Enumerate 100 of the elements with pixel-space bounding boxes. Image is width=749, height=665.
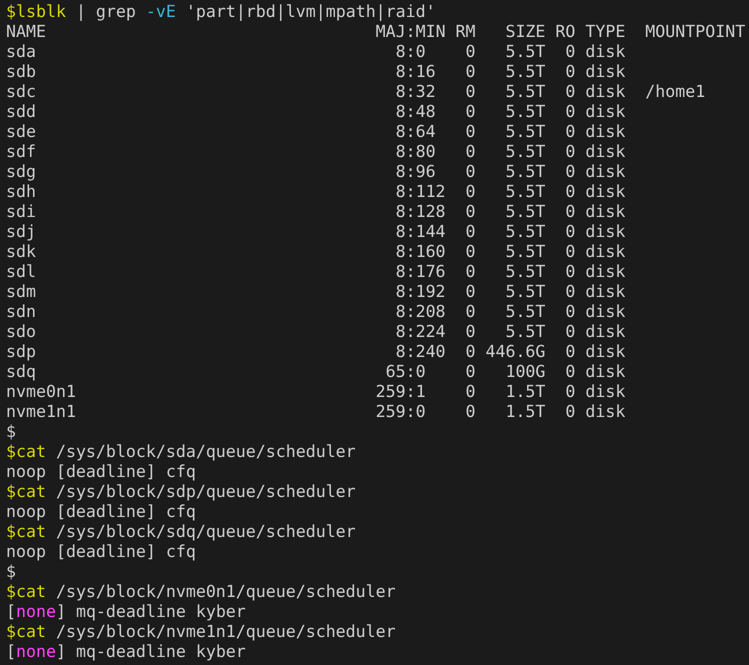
table-cell: 0 — [466, 262, 476, 282]
table-cell: 0 — [466, 82, 476, 102]
table-cell: 0 — [466, 282, 476, 302]
output-line: noop [deadline] cfq — [6, 462, 196, 482]
table-cell: 100G — [505, 362, 546, 382]
table-cell: 0 — [565, 282, 576, 302]
table-cell: sdo — [6, 322, 36, 342]
command-line: $ — [6, 422, 16, 442]
table-cell: disk — [585, 82, 626, 102]
table-cell: 5.5T — [505, 142, 546, 162]
table-cell: disk — [585, 402, 626, 422]
table-cell: disk — [585, 62, 626, 82]
table-cell: 0 — [466, 102, 476, 122]
table-cell: disk — [585, 382, 626, 402]
table-cell: 259:1 — [376, 382, 426, 402]
table-cell: 0 — [466, 402, 476, 422]
table-cell: 0 — [565, 182, 576, 202]
table-cell: disk — [585, 222, 626, 242]
table-cell: sdk — [6, 242, 36, 262]
table-cell: disk — [585, 122, 626, 142]
table-cell: 0 — [466, 242, 476, 262]
table-cell: 0 — [466, 302, 476, 322]
table-cell: 0 — [565, 42, 576, 62]
table-cell: 5.5T — [505, 182, 546, 202]
table-cell: sdf — [6, 142, 36, 162]
table-cell: 8:192 — [396, 282, 446, 302]
table-cell: 8:80 — [396, 142, 436, 162]
table-cell: nvme1n1 — [6, 402, 76, 422]
table-cell: 259:0 — [376, 402, 426, 422]
table-cell: sdm — [6, 282, 36, 302]
table-cell: 0 — [466, 42, 476, 62]
table-cell: 0 — [466, 342, 476, 362]
table-cell: 8:144 — [396, 222, 446, 242]
table-cell: 0 — [466, 142, 476, 162]
table-cell: disk — [585, 162, 626, 182]
output-line: [none] mq-deadline kyber — [6, 602, 246, 622]
table-cell: 5.5T — [505, 162, 546, 182]
column-header: SIZE — [505, 22, 546, 42]
table-cell: 5.5T — [505, 122, 546, 142]
table-cell: 8:240 — [396, 342, 446, 362]
table-cell: sdh — [6, 182, 36, 202]
table-cell: 5.5T — [505, 242, 546, 262]
table-cell: disk — [585, 102, 626, 122]
table-cell: 0 — [466, 222, 476, 242]
table-cell: disk — [585, 262, 626, 282]
table-cell: 1.5T — [505, 382, 546, 402]
table-cell: 5.5T — [505, 322, 546, 342]
table-cell: 5.5T — [505, 102, 546, 122]
table-cell: 0 — [466, 202, 476, 222]
command-line: $cat /sys/block/nvme1n1/queue/scheduler — [6, 622, 396, 642]
column-header: TYPE — [585, 22, 626, 42]
table-cell: 0 — [565, 302, 576, 322]
table-cell: sdl — [6, 262, 36, 282]
table-cell: disk — [585, 142, 626, 162]
table-cell: 0 — [565, 102, 576, 122]
column-header: MOUNTPOINT — [645, 22, 746, 42]
command-line: $cat /sys/block/sdp/queue/scheduler — [6, 482, 356, 502]
table-cell: 8:160 — [396, 242, 446, 262]
table-cell: 8:32 — [396, 82, 436, 102]
table-cell: 446.6G — [485, 342, 546, 362]
table-cell: disk — [585, 322, 626, 342]
table-cell: 8:64 — [396, 122, 436, 142]
table-cell: disk — [585, 362, 626, 382]
table-cell: sde — [6, 122, 36, 142]
table-cell: 8:224 — [396, 322, 446, 342]
table-cell: 0 — [565, 322, 576, 342]
command-line: $lsblk | grep -vE 'part|rbd|lvm|mpath|raid' — [6, 2, 436, 22]
table-cell: 5.5T — [505, 62, 546, 82]
table-cell: 0 — [565, 62, 576, 82]
table-cell: sdc — [6, 82, 36, 102]
table-cell: 0 — [565, 402, 576, 422]
table-cell: 0 — [466, 362, 476, 382]
table-cell: sda — [6, 42, 36, 62]
table-cell: 5.5T — [505, 82, 546, 102]
table-cell: 0 — [565, 122, 576, 142]
table-cell: 0 — [565, 222, 576, 242]
table-cell: 8:96 — [396, 162, 436, 182]
table-cell: 0 — [466, 322, 476, 342]
table-cell: nvme0n1 — [6, 382, 76, 402]
table-cell: 8:176 — [396, 262, 446, 282]
table-cell: sdg — [6, 162, 36, 182]
column-header: RM — [456, 22, 476, 42]
table-cell: 0 — [565, 342, 576, 362]
command-line: $cat /sys/block/sda/queue/scheduler — [6, 442, 356, 462]
table-cell: 0 — [466, 162, 476, 182]
table-cell: 8:112 — [396, 182, 446, 202]
table-cell: sdn — [6, 302, 36, 322]
table-cell: sdq — [6, 362, 36, 382]
table-cell: 65:0 — [386, 362, 426, 382]
table-cell: 0 — [466, 62, 476, 82]
table-cell: 5.5T — [505, 222, 546, 242]
table-cell: 8:48 — [396, 102, 436, 122]
table-cell: 0 — [565, 362, 576, 382]
table-cell: 1.5T — [505, 402, 546, 422]
table-cell: 0 — [565, 82, 576, 102]
table-cell: 0 — [565, 142, 576, 162]
table-cell: sdd — [6, 102, 36, 122]
column-header: MAJ:MIN — [376, 22, 446, 42]
table-cell: /home1 — [645, 82, 706, 102]
table-cell: sdj — [6, 222, 36, 242]
